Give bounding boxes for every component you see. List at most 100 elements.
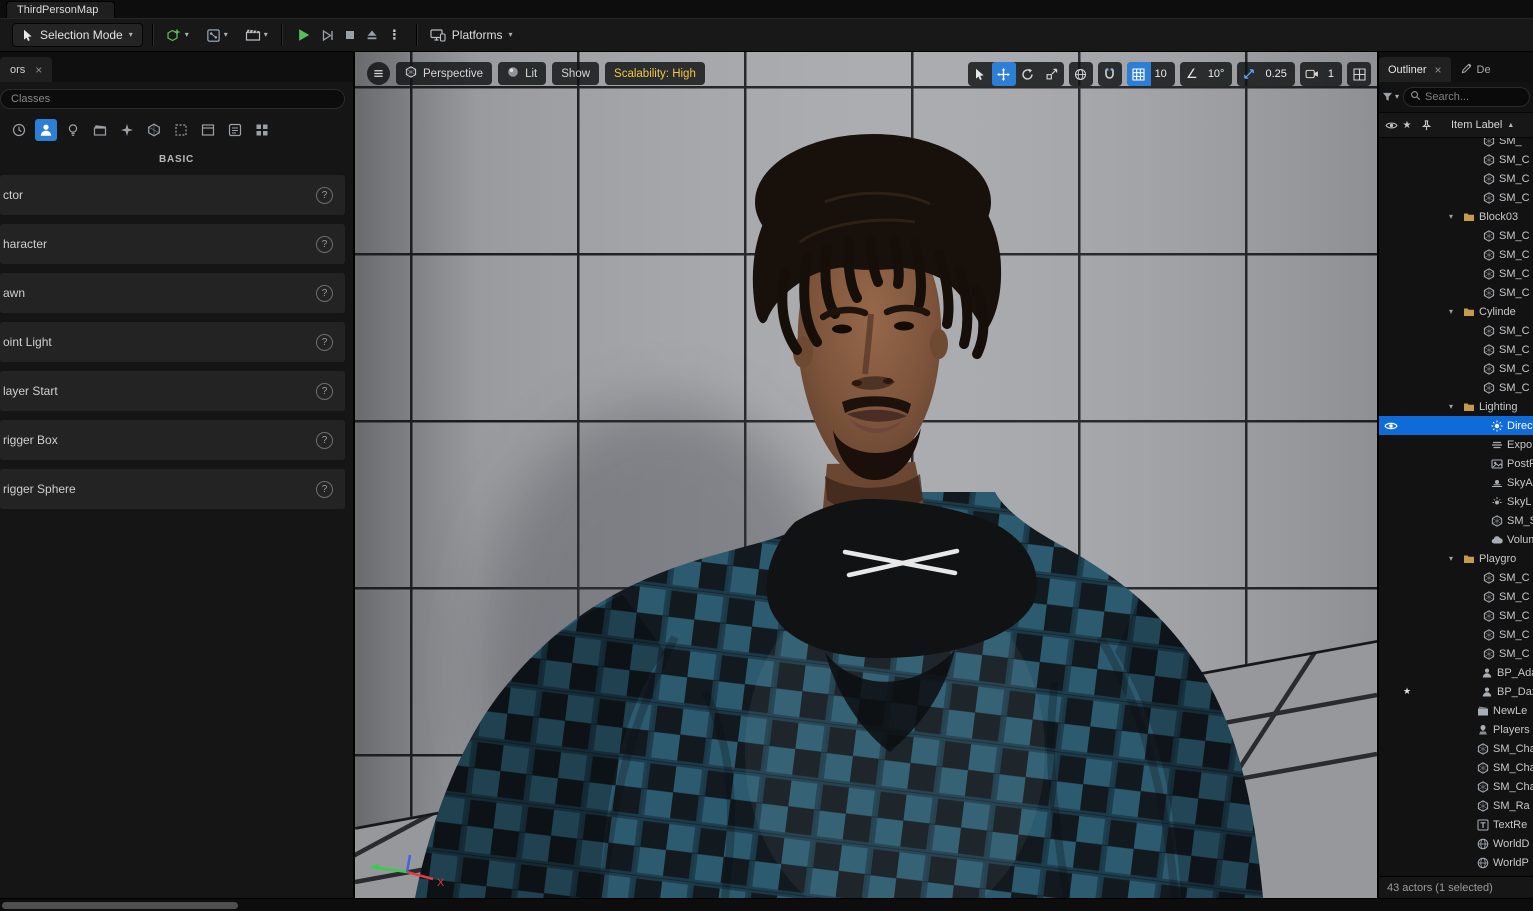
stop-button[interactable] — [344, 29, 356, 41]
outliner-search-input[interactable] — [1425, 91, 1523, 103]
place-actor-item[interactable]: rigger Box? — [0, 420, 345, 460]
add-content-dropdown[interactable]: ▾ — [162, 23, 193, 47]
visibility-column-eye-icon[interactable] — [1383, 121, 1399, 130]
outliner-row[interactable]: TextRe — [1379, 815, 1533, 834]
outliner-row[interactable]: SM_C — [1379, 169, 1533, 188]
details-tab[interactable]: De — [1457, 57, 1495, 82]
outliner-row[interactable]: SM_S — [1379, 511, 1533, 530]
geometry-category-icon[interactable] — [143, 119, 165, 141]
expand-caret[interactable]: ▾ — [1449, 212, 1461, 221]
selection-mode-dropdown[interactable]: Selection Mode ▾ — [12, 23, 143, 47]
outliner-row[interactable]: ▾ Lighting — [1379, 397, 1533, 416]
outliner-row[interactable]: SM_ — [1379, 138, 1533, 150]
place-actors-tab[interactable]: ors × — [0, 57, 53, 82]
favorites-column-star-icon[interactable]: ★ — [1399, 120, 1415, 131]
place-actor-item[interactable]: rigger Sphere? — [0, 469, 345, 509]
lights-category-icon[interactable] — [62, 119, 84, 141]
outliner-tab[interactable]: Outliner × — [1379, 57, 1451, 82]
outliner-row[interactable]: SM_C — [1379, 587, 1533, 606]
basic-category-icon[interactable] — [35, 119, 57, 141]
viewport-layout-button[interactable] — [1347, 62, 1371, 86]
frame-skip-button[interactable] — [321, 29, 334, 42]
close-icon[interactable]: × — [35, 63, 42, 77]
perspective-dropdown[interactable]: Perspective — [396, 62, 493, 85]
outliner-row[interactable]: SM_C — [1379, 264, 1533, 283]
outliner-row[interactable]: ▾ Cylinde — [1379, 302, 1533, 321]
show-dropdown[interactable]: Show — [552, 62, 600, 85]
camera-speed-value[interactable]: 1 — [1324, 68, 1342, 80]
outliner-row[interactable]: SM_C — [1379, 226, 1533, 245]
expand-caret[interactable]: ▾ — [1449, 554, 1461, 563]
move-tool[interactable] — [991, 62, 1016, 86]
world-space-toggle[interactable] — [1068, 62, 1093, 86]
play-options-menu[interactable]: ⋮ — [388, 27, 401, 43]
level-tab[interactable]: ThirdPersonMap — [6, 1, 116, 18]
outliner-row[interactable]: ▾ Block03 — [1379, 207, 1533, 226]
viewport-options-menu[interactable] — [367, 62, 390, 85]
outliner-row[interactable]: NewLe — [1379, 701, 1533, 720]
recently-placed-category-icon[interactable] — [8, 119, 30, 141]
outliner-row[interactable]: SM_C — [1379, 340, 1533, 359]
pin-column-icon[interactable] — [1415, 119, 1437, 131]
scalability-badge[interactable]: Scalability: High — [605, 62, 705, 85]
outliner-row[interactable]: Direc — [1379, 416, 1533, 435]
scale-tool[interactable] — [1040, 62, 1064, 86]
outliner-row[interactable]: Volum — [1379, 530, 1533, 549]
rotation-snap-value[interactable]: 10° — [1204, 68, 1233, 80]
outliner-row[interactable]: BP_Ada — [1379, 663, 1533, 682]
place-actor-item[interactable]: layer Start? — [0, 371, 345, 411]
outliner-searchbox[interactable] — [1403, 87, 1530, 107]
outliner-row[interactable]: SkyA — [1379, 473, 1533, 492]
outliner-row[interactable]: PostP — [1379, 454, 1533, 473]
item-label-column-header[interactable]: Item Label ▲ — [1451, 119, 1514, 131]
outliner-row[interactable]: SM_C — [1379, 150, 1533, 169]
visibility-eye-icon[interactable] — [1383, 421, 1399, 431]
outliner-row[interactable]: SM_C — [1379, 644, 1533, 663]
volumes-category-icon[interactable] — [170, 119, 192, 141]
outliner-row[interactable]: SM_C — [1379, 606, 1533, 625]
camera-speed-icon[interactable] — [1300, 62, 1324, 86]
play-button[interactable] — [297, 28, 311, 42]
grid-snap-toggle[interactable] — [1126, 62, 1151, 86]
expand-caret[interactable]: ▾ — [1449, 307, 1461, 316]
outliner-row[interactable]: WorldD — [1379, 834, 1533, 853]
place-actor-item[interactable]: awn? — [0, 273, 345, 313]
outliner-row[interactable]: SM_C — [1379, 283, 1533, 302]
scale-snap-toggle[interactable] — [1237, 62, 1261, 86]
cinematic-category-icon[interactable] — [89, 119, 111, 141]
filter-funnel-icon[interactable]: ▾ — [1382, 92, 1399, 102]
cinematics-dropdown[interactable]: ▾ — [241, 23, 272, 47]
blueprints-dropdown[interactable]: ▾ — [202, 23, 232, 47]
viewport-canvas[interactable]: X — [355, 52, 1377, 898]
lit-dropdown[interactable]: Lit — [498, 62, 547, 85]
favorite-star-icon[interactable]: ★ — [1399, 686, 1415, 697]
outliner-row[interactable]: SkyL — [1379, 492, 1533, 511]
select-tool[interactable] — [968, 62, 992, 86]
horizontal-scrollbar[interactable] — [2, 902, 238, 909]
viewport[interactable]: X Perspective Lit Show Scalability: High… — [355, 52, 1377, 898]
outliner-row[interactable]: SM_C — [1379, 625, 1533, 644]
outliner-row[interactable]: SM_C — [1379, 568, 1533, 587]
expand-caret[interactable]: ▾ — [1449, 402, 1461, 411]
visual-effects-category-icon[interactable] — [116, 119, 138, 141]
outliner-row[interactable]: SM_C — [1379, 359, 1533, 378]
outliner-row[interactable]: ▾ Playgro — [1379, 549, 1533, 568]
outliner-row[interactable]: Expo — [1379, 435, 1533, 454]
surface-snapping-toggle[interactable] — [1097, 62, 1122, 86]
outliner-row[interactable]: ★ BP_Dax — [1379, 682, 1533, 701]
outliner-row[interactable]: SM_C — [1379, 245, 1533, 264]
outliner-row[interactable]: SM_C — [1379, 321, 1533, 340]
outliner-row[interactable]: SM_Cha — [1379, 777, 1533, 796]
rotation-snap-toggle[interactable]: ∠ — [1180, 62, 1204, 86]
outliner-row[interactable]: SM_Cha — [1379, 758, 1533, 777]
place-actors-search-input[interactable] — [0, 89, 345, 109]
place-actor-item[interactable]: oint Light? — [0, 322, 345, 362]
ui-category-icon[interactable] — [224, 119, 246, 141]
grid-snap-value[interactable]: 10 — [1151, 68, 1175, 80]
panels-category-icon[interactable] — [197, 119, 219, 141]
close-icon[interactable]: × — [1435, 63, 1442, 77]
outliner-row[interactable]: SM_C — [1379, 188, 1533, 207]
outliner-row[interactable]: WorldP — [1379, 853, 1533, 872]
rotate-tool[interactable] — [1016, 62, 1040, 86]
outliner-row[interactable]: SM_Cha — [1379, 739, 1533, 758]
